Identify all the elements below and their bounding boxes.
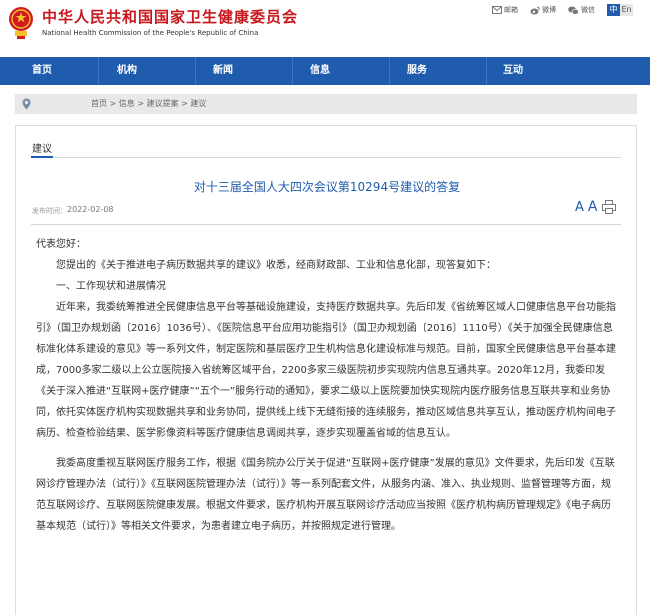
site-header: 中华人民共和国国家卫生健康委员会 National Health Commiss… (0, 0, 650, 57)
nav-item-organization[interactable]: 机构 (97, 57, 157, 85)
publish-date: 2022-02-08 (67, 205, 114, 214)
font-decrease-button[interactable]: A (575, 201, 584, 214)
section-label: 建议 (32, 144, 52, 155)
article-title: 对十三届全国人大四次会议第10294号建议的答复 (193, 180, 461, 194)
article-container: 建议 对十三届全国人大四次会议第10294号建议的答复 发布时间： 2022-0… (15, 125, 637, 615)
wechat-icon (568, 6, 579, 15)
wechat-link-label: 微信 (581, 6, 595, 14)
section-underline (31, 156, 53, 158)
top-utility-links: 邮箱 微博 微信 中 En (492, 3, 633, 17)
body-paragraph: 近年来，我委统筹推进全民健康信息平台等基础设施建设，支持医疗数据共享。先后印发《… (36, 302, 616, 439)
weibo-icon (530, 6, 540, 14)
language-switch: 中 En (607, 4, 633, 16)
greeting: 代表您好： (36, 239, 86, 250)
print-icon[interactable] (602, 200, 617, 214)
section-divider (31, 157, 621, 158)
nav-item-information[interactable]: 信息 (290, 57, 350, 85)
font-increase-button[interactable]: A (588, 200, 598, 214)
site-name-en: National Health Commission of the People… (42, 29, 259, 37)
breadcrumb-path[interactable]: 首页 > 信息 > 建议提案 > 建议 (91, 98, 206, 109)
publish-date-label: 发布时间： (32, 207, 67, 215)
lang-en-button[interactable]: En (620, 4, 633, 16)
breadcrumb: 首页 > 信息 > 建议提案 > 建议 (15, 94, 637, 114)
location-pin-icon (22, 98, 31, 110)
mail-icon (492, 6, 502, 14)
body-paragraph: 您提出的《关于推进电子病历数据共享的建议》收悉，经商财政部、工业和信息化部，现答… (56, 260, 496, 271)
section-heading: 一、工作现状和进展情况 (56, 281, 166, 292)
article-tools: A A (575, 200, 617, 214)
body-paragraph: 我委高度重视互联网医疗服务工作，根据《国务院办公厅关于促进“互联网+医疗健康”发… (36, 458, 615, 532)
weibo-link[interactable]: 微博 (530, 5, 556, 15)
article-body: 代表您好： 您提出的《关于推进电子病历数据共享的建议》收悉，经商财政部、工业和信… (36, 234, 618, 537)
nav-item-service[interactable]: 服务 (387, 57, 447, 85)
meta-divider (31, 224, 621, 225)
wechat-link[interactable]: 微信 (568, 5, 595, 15)
lang-cn-button[interactable]: 中 (607, 4, 620, 16)
nav-item-news[interactable]: 新闻 (193, 57, 253, 85)
main-nav: 首页 机构 新闻 信息 服务 互动 (0, 57, 650, 85)
site-name-cn[interactable]: 中华人民共和国国家卫生健康委员会 (42, 6, 298, 27)
mail-link-label: 邮箱 (504, 6, 518, 14)
mail-link[interactable]: 邮箱 (492, 5, 518, 15)
weibo-link-label: 微博 (542, 6, 556, 14)
nav-item-home[interactable]: 首页 (12, 57, 72, 85)
national-emblem-icon[interactable] (8, 6, 34, 40)
nav-item-interaction[interactable]: 互动 (483, 57, 543, 85)
